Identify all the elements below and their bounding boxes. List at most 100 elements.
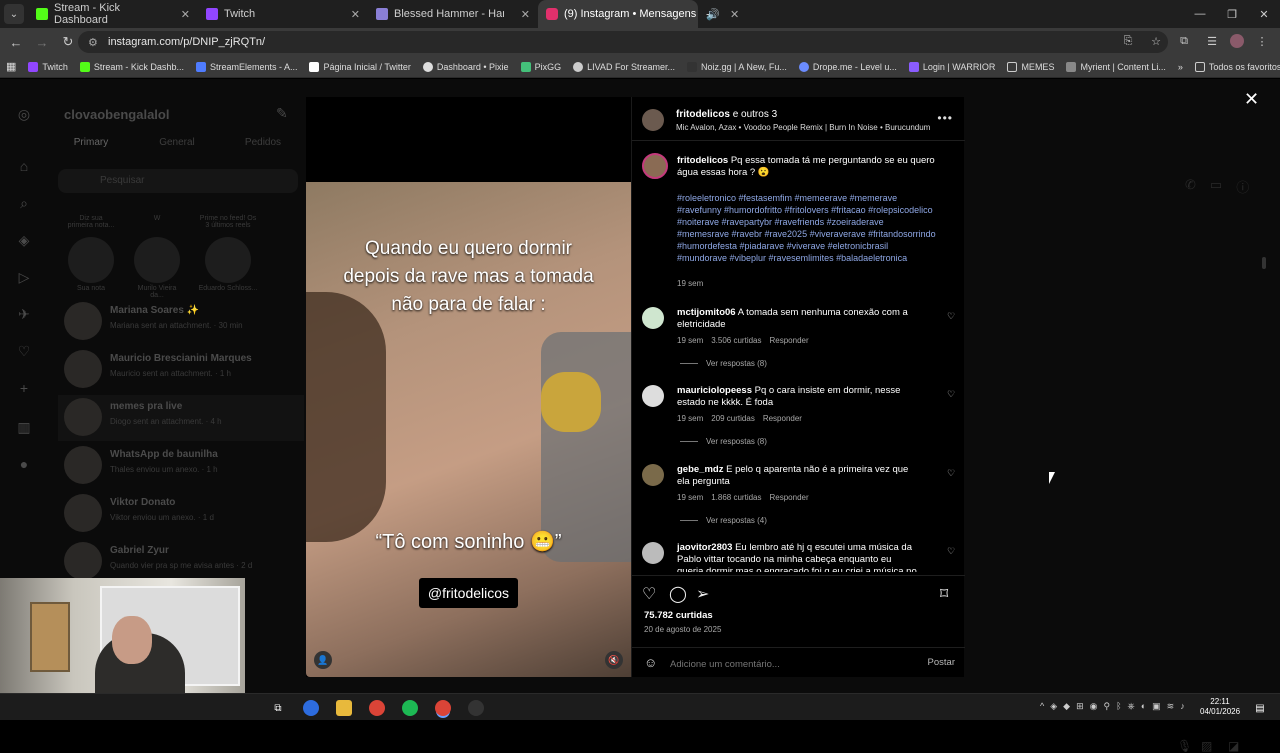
create-icon[interactable]: +	[15, 379, 33, 397]
back-icon[interactable]: ←	[4, 30, 28, 54]
dashboard-icon[interactable]: ▥	[15, 418, 33, 436]
scrollbar[interactable]	[1262, 257, 1266, 269]
close-window-icon[interactable]: ✕	[1248, 0, 1280, 28]
all-bookmarks[interactable]: Todos os favoritos	[1189, 61, 1280, 72]
author-name[interactable]: fritodelicos	[676, 109, 730, 120]
comment-likes[interactable]: 3.506 curtidas	[711, 336, 761, 345]
close-tab-icon[interactable]: ✕	[181, 8, 190, 21]
comment-user[interactable]: jaovitor2803	[677, 542, 732, 553]
view-replies[interactable]: Ver respostas (8)	[680, 437, 767, 446]
taskbar-clock[interactable]: 22:11 04/01/2026	[1200, 697, 1240, 717]
file-explorer-icon[interactable]	[336, 700, 352, 716]
tray-app-icon[interactable]: ⚲	[1103, 701, 1110, 712]
conversation-item[interactable]: memes pra live Diogo sent an attachment. …	[58, 395, 304, 441]
tray-overflow-icon[interactable]: ^	[1040, 701, 1044, 712]
note-item[interactable]: Diz sua primeira nota... Sua nota	[66, 215, 116, 292]
explore-icon[interactable]: ◈	[15, 231, 33, 249]
site-info-icon[interactable]: ⚙	[88, 36, 100, 49]
close-tab-icon[interactable]: ✕	[521, 8, 530, 21]
media-icon[interactable]: ☰	[1202, 31, 1222, 51]
tab-primary[interactable]: Primary	[48, 137, 134, 148]
reload-icon[interactable]: ↻	[56, 30, 80, 54]
post-comment-button[interactable]: Postar	[928, 657, 955, 668]
reply-button[interactable]: Responder	[770, 493, 809, 502]
tab-twitch[interactable]: Twitch ✕	[198, 0, 368, 28]
author-avatar[interactable]	[642, 153, 668, 179]
comment-user[interactable]: mctijomito06	[677, 307, 736, 318]
tab-blessed-hammer[interactable]: Blessed Hammer - Hammerkun ✕	[368, 0, 538, 28]
apps-icon[interactable]: ▦	[0, 60, 22, 73]
wifi-icon[interactable]: ≋	[1167, 701, 1175, 712]
caption-hashtags[interactable]: #roleeletronico #festasemfim #memeerave …	[677, 192, 937, 264]
bookmark-item[interactable]: PixGG	[515, 61, 568, 72]
tab-kick[interactable]: Stream - Kick Dashboard ✕	[28, 0, 198, 28]
bookmark-item[interactable]: Drope.me - Level u...	[793, 61, 903, 72]
volume-icon[interactable]: ♪	[1180, 701, 1185, 712]
author-avatar[interactable]	[642, 109, 664, 131]
like-icon[interactable]: ♡	[642, 584, 656, 604]
tray-app-icon[interactable]: ◈	[1050, 701, 1057, 712]
conversation-item[interactable]: Viktor Donato Viktor enviou um anexo. · 1…	[58, 491, 304, 537]
menu-icon[interactable]: ⋮	[1252, 31, 1272, 51]
tab-general[interactable]: General	[134, 137, 220, 148]
bluetooth-icon[interactable]: ᛒ	[1116, 701, 1121, 712]
caption-author[interactable]: fritodelicos	[677, 155, 728, 166]
emoji-icon[interactable]: ☺	[644, 655, 657, 670]
post-authors[interactable]: fritodelicos e outros 3	[676, 109, 777, 120]
reply-button[interactable]: Responder	[763, 414, 802, 423]
post-video[interactable]: Quando eu quero dormir depois da rave ma…	[306, 97, 631, 677]
tagged-users-icon[interactable]: 👤	[314, 651, 332, 669]
comment-user[interactable]: gebe_mdz	[677, 464, 723, 475]
close-tab-icon[interactable]: ✕	[730, 8, 739, 21]
avatar[interactable]	[642, 385, 664, 407]
avatar[interactable]	[642, 464, 664, 486]
search-input[interactable]: Pesquisar	[58, 169, 298, 193]
extensions-icon[interactable]: ⧉	[1174, 31, 1194, 51]
comment-likes[interactable]: 1.868 curtidas	[711, 493, 761, 502]
phone-icon[interactable]: ✆	[1185, 177, 1196, 196]
avatar[interactable]	[642, 307, 664, 329]
conversation-item[interactable]: WhatsApp de baunilha Thales enviou um ane…	[58, 443, 304, 489]
dm-username[interactable]: clovaobengalalol	[64, 107, 169, 122]
like-comment-icon[interactable]: ♡	[947, 389, 955, 400]
save-icon[interactable]: ⌑	[940, 584, 948, 604]
bookmark-item[interactable]: Página Inicial / Twitter	[303, 61, 416, 72]
sticker-icon[interactable]: ◪	[1228, 739, 1239, 753]
spotify-icon[interactable]	[402, 700, 418, 716]
likes-count[interactable]: 75.782 curtidas	[644, 610, 713, 621]
microphone-icon[interactable]: 🎙	[1177, 739, 1192, 753]
chrome-icon[interactable]	[435, 700, 451, 716]
bookmark-star-icon[interactable]: ☆	[1146, 31, 1166, 51]
tray-app-icon[interactable]: ◐	[1141, 701, 1146, 712]
minimize-icon[interactable]: —	[1184, 0, 1216, 28]
instagram-logo-icon[interactable]: ◎	[15, 105, 33, 123]
close-tab-icon[interactable]: ✕	[351, 8, 360, 21]
view-replies[interactable]: Ver respostas (4)	[680, 516, 767, 525]
speaker-icon[interactable]: 🔊	[706, 8, 720, 21]
bookmark-item[interactable]: Dashboard • Pixie	[417, 61, 515, 72]
like-comment-icon[interactable]: ♡	[947, 468, 955, 479]
conversation-item[interactable]: Mauricio Brescianini Marques Mauricio sen…	[58, 347, 304, 393]
audio-info[interactable]: Mic Avalon, Azax • Voodoo People Remix |…	[676, 123, 930, 132]
conversation-item[interactable]: Mariana Soares ✨ Mariana sent an attachme…	[58, 299, 304, 345]
tray-app-icon[interactable]: ◉	[1090, 701, 1098, 712]
notifications-icon[interactable]: ♡	[15, 342, 33, 360]
avatar[interactable]	[642, 542, 664, 564]
reels-icon[interactable]: ▷	[15, 268, 33, 286]
more-options-icon[interactable]: •••	[937, 111, 953, 125]
tab-search-button[interactable]: ⌄	[4, 4, 24, 24]
reply-button[interactable]: Responder	[770, 336, 809, 345]
compose-icon[interactable]: ✎	[276, 105, 288, 122]
bookmark-folder[interactable]: MEMES	[1001, 61, 1060, 72]
like-comment-icon[interactable]: ♡	[947, 546, 955, 557]
profile-avatar[interactable]	[1230, 34, 1244, 48]
tray-app-icon[interactable]: ▣	[1152, 701, 1161, 712]
cast-icon[interactable]: ⎘	[1118, 31, 1138, 51]
bookmark-item[interactable]: LIVAD For Streamer...	[567, 61, 681, 72]
video-icon[interactable]: ▭	[1210, 177, 1222, 196]
bookmark-item[interactable]: Noiz.gg | A New, Fu...	[681, 61, 793, 72]
tray-app-icon[interactable]: ⎈	[1127, 701, 1134, 712]
search-icon[interactable]: ⌕	[15, 194, 33, 212]
comment-icon[interactable]: ◯	[669, 584, 687, 604]
comment-likes[interactable]: 209 curtidas	[711, 414, 755, 423]
